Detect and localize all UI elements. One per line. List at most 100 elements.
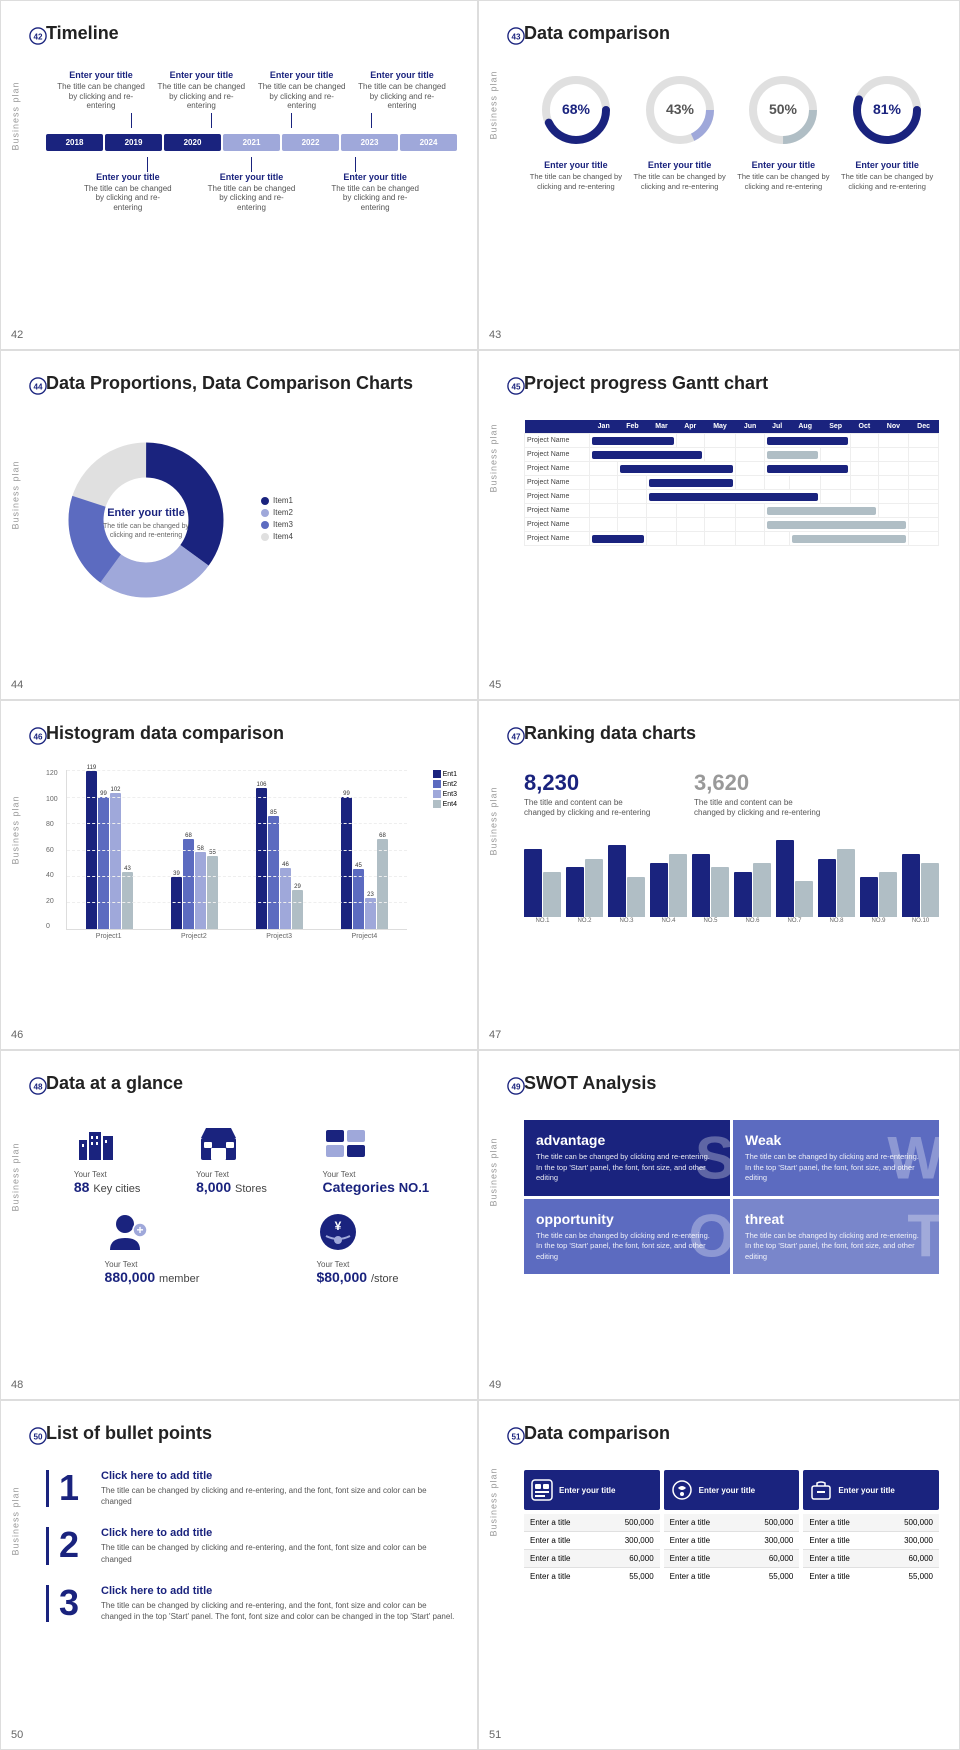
slide-51-title: Data comparison — [524, 1423, 670, 1444]
gantt-row-6: Project Name — [525, 518, 939, 532]
slide-icon-45: 45 — [507, 377, 525, 395]
slide-number-44: 44 — [11, 679, 23, 691]
svg-text:51: 51 — [512, 1433, 521, 1442]
slide-46: Business plan 46 Histogram data comparis… — [0, 700, 478, 1050]
svg-text:42: 42 — [34, 33, 43, 42]
histogram-y-axis: 120 100 80 60 40 20 0 — [46, 770, 58, 930]
circle-item-0: 68% Enter your title The title can be ch… — [524, 70, 628, 192]
svg-text:49: 49 — [512, 1083, 521, 1092]
timeline-bottom-item-1: Enter your title The title can be change… — [206, 172, 296, 213]
timeline-top-item-2: Enter your title The title can be change… — [257, 70, 347, 111]
cities-icon — [74, 1120, 119, 1165]
svg-text:clicking and re-entering: clicking and re-entering — [110, 532, 182, 539]
slide-44: Business plan 44 Data Proportions, Data … — [0, 350, 478, 700]
slide-icon-44: 44 — [29, 377, 47, 395]
histogram-x-labels: Project1 Project2 Project3 Project4 — [66, 933, 407, 940]
gantt-row-2: Project Name — [525, 462, 939, 476]
slide-number-46: 46 — [11, 1029, 23, 1041]
slide-48: Business plan 48 Data at a glance — [0, 1050, 478, 1400]
business-plan-label-50: Business plan — [11, 1486, 21, 1555]
slide-number-42: 42 — [11, 329, 23, 341]
gantt-row-0: Project Name — [525, 434, 939, 448]
svg-text:46: 46 — [34, 733, 43, 742]
slide-49-title: SWOT Analysis — [524, 1073, 656, 1094]
gantt-table: JanFebMarAprMayJun JulAugSepOctNovDec Pr… — [524, 420, 939, 546]
slide-47: Business plan 47 Ranking data charts 8,2… — [478, 700, 960, 1050]
svg-text:44: 44 — [34, 383, 43, 392]
histogram-legend: Ent1 Ent2 Ent3 Ent4 — [433, 770, 457, 808]
svg-text:+: + — [136, 1223, 143, 1237]
business-plan-label-44: Business plan — [11, 460, 21, 529]
circle-item-2: 50% Enter your title The title can be ch… — [732, 70, 836, 192]
slide-51: Business plan 51 Data comparison Enter y… — [478, 1400, 960, 1750]
stores-icon — [196, 1120, 241, 1165]
business-plan-label-45: Business plan — [489, 423, 499, 492]
swot-grid: S advantage The title can be changed by … — [524, 1120, 939, 1274]
slide-icon-49: 49 — [507, 1077, 525, 1095]
business-plan-label: Business plan — [11, 81, 21, 150]
header-icon-2 — [809, 1478, 833, 1502]
slide-icon-43: 43 — [507, 27, 525, 45]
ranking-stats: 8,230 The title and content can be chang… — [524, 770, 939, 819]
data-comp-headers: Enter your title Enter your title — [524, 1470, 939, 1510]
donut-legend: Item1 Item2 Item3 Item4 — [261, 496, 293, 544]
svg-text:50%: 50% — [769, 101, 798, 117]
slide-icon-48: 48 — [29, 1077, 47, 1095]
slide-number-47: 47 — [489, 1029, 501, 1041]
slide-47-title: Ranking data charts — [524, 723, 696, 744]
slide-45: Business plan 45 Project progress Gantt … — [478, 350, 960, 700]
gantt-row-3: Project Name — [525, 476, 939, 490]
business-plan-label-47: Business plan — [489, 787, 499, 856]
timeline-bottom-item-0: Enter your title The title can be change… — [83, 172, 173, 213]
svg-text:81%: 81% — [873, 101, 902, 117]
data-comp-table: Enter a title 500,000 Enter a title 300,… — [524, 1514, 939, 1585]
swot-w: W Weak The title can be changed by click… — [733, 1120, 939, 1196]
gantt-row-1: Project Name — [525, 448, 939, 462]
header-icon-0 — [530, 1478, 554, 1502]
member-icon: + — [105, 1210, 150, 1255]
slide-45-title: Project progress Gantt chart — [524, 373, 768, 394]
timeline-bottom-item-2: Enter your title The title can be change… — [330, 172, 420, 213]
svg-text:68%: 68% — [562, 101, 591, 117]
categories-icon — [323, 1120, 368, 1165]
timeline-top-item-1: Enter your title The title can be change… — [156, 70, 246, 111]
svg-text:43: 43 — [512, 33, 521, 42]
svg-text:¥: ¥ — [335, 1219, 342, 1233]
bullet-item-0: 1 Click here to add title The title can … — [46, 1470, 457, 1507]
circle-item-3: 81% Enter your title The title can be ch… — [835, 70, 939, 192]
ranking-bars: NO.1 NO.2 NO.3 — [524, 834, 939, 924]
glance-top-row: Your Text 88 Key cities Your Text 8,000 … — [46, 1120, 457, 1195]
slide-50: Business plan 50 List of bullet points 1… — [0, 1400, 478, 1750]
business-plan-label-48: Business plan — [11, 1142, 21, 1211]
swot-o: O opportunity The title can be changed b… — [524, 1199, 730, 1275]
bullet-item-2: 3 Click here to add title The title can … — [46, 1585, 457, 1622]
header-icon-1 — [670, 1478, 694, 1502]
slide-number-43: 43 — [489, 329, 501, 341]
bullet-items: 1 Click here to add title The title can … — [46, 1470, 457, 1622]
gantt-row-4: Project Name — [525, 490, 939, 504]
circles-container: 68% Enter your title The title can be ch… — [524, 70, 939, 192]
slide-48-title: Data at a glance — [46, 1073, 183, 1094]
timeline-top-item-0: Enter your title The title can be change… — [56, 70, 146, 111]
business-plan-label-43: Business plan — [489, 71, 499, 140]
business-plan-label-46: Business plan — [11, 795, 21, 864]
slide-50-title: List of bullet points — [46, 1423, 212, 1444]
donut-chart: Enter your title The title can be change… — [46, 420, 246, 620]
slide-number-48: 48 — [11, 1379, 23, 1391]
slide-42: Business plan 42 Timeline Enter your tit… — [0, 0, 478, 350]
slide-46-title: Histogram data comparison — [46, 723, 284, 744]
glance-bottom-row: + Your Text 880,000 member ¥ Your Text $… — [46, 1210, 457, 1285]
slide-icon-50: 50 — [29, 1427, 47, 1445]
svg-text:43%: 43% — [666, 101, 695, 117]
slide-44-title: Data Proportions, Data Comparison Charts — [46, 373, 413, 394]
slide-42-title: Timeline — [46, 23, 119, 44]
slide-icon-47: 47 — [507, 727, 525, 745]
svg-text:45: 45 — [512, 383, 521, 392]
timeline-top-item-3: Enter your title The title can be change… — [357, 70, 447, 111]
slide-43: Business plan 43 Data comparison 68% Ent… — [478, 0, 960, 350]
store-value-icon: ¥ — [316, 1210, 361, 1255]
gantt-row-5: Project Name — [525, 504, 939, 518]
slide-icon-51: 51 — [507, 1427, 525, 1445]
slide-number-49: 49 — [489, 1379, 501, 1391]
svg-text:The title can be changed by: The title can be changed by — [103, 523, 190, 530]
